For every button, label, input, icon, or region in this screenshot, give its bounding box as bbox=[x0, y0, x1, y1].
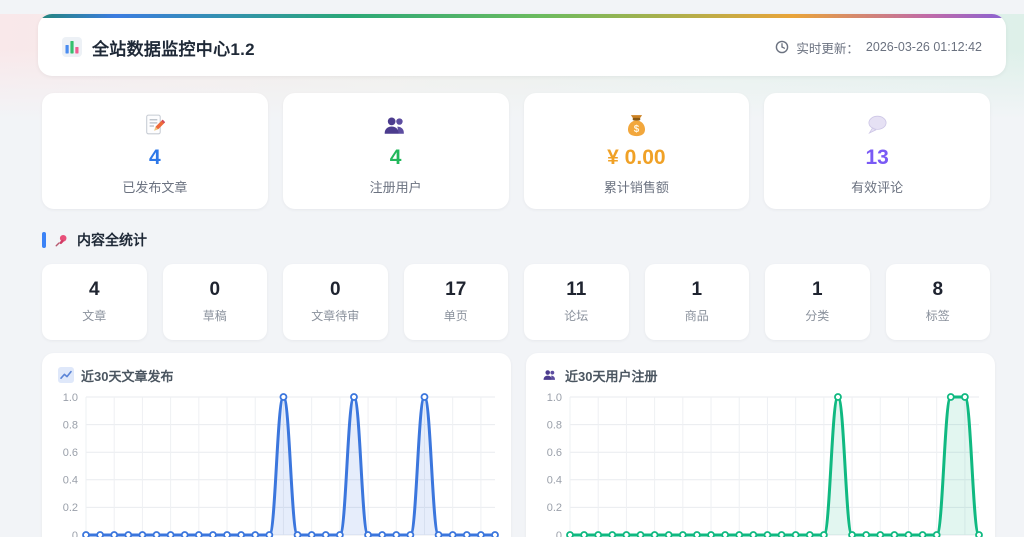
stat-value: 13 bbox=[865, 146, 889, 169]
stat-label: 累计销售额 bbox=[603, 180, 669, 195]
mini-value: 0 bbox=[209, 279, 221, 300]
svg-text:0: 0 bbox=[72, 530, 78, 537]
svg-text:0.2: 0.2 bbox=[63, 502, 78, 514]
mini-value: 4 bbox=[88, 279, 100, 300]
chart-card-articles-30d: 近30天文章发布 1.0 0.8 0.6 0.4 0.2 0 bbox=[42, 353, 511, 537]
mini-card-categories: 1 分类 bbox=[765, 264, 870, 340]
chart-title: 近30天文章发布 bbox=[81, 368, 174, 384]
mini-card-articles: 4 文章 bbox=[42, 264, 147, 340]
svg-text:0: 0 bbox=[556, 530, 562, 537]
section-title: 内容全统计 bbox=[77, 232, 147, 248]
header-card: 全站数据监控中心1.2 实时更新： 2026-03-26 01:12:42 bbox=[38, 14, 1006, 76]
svg-text:0.4: 0.4 bbox=[547, 475, 562, 487]
mini-value: 17 bbox=[445, 279, 467, 300]
articles-line-chart[interactable]: 1.0 0.8 0.6 0.4 0.2 0 bbox=[52, 389, 501, 537]
mini-value: 1 bbox=[811, 279, 823, 300]
mini-value: 11 bbox=[566, 279, 587, 300]
clock-icon bbox=[775, 40, 789, 54]
update-timestamp: 2026-03-26 01:12:42 bbox=[865, 40, 982, 54]
stat-card-published-articles: 4 已发布文章 bbox=[42, 93, 268, 209]
users-icon bbox=[382, 110, 409, 140]
section-accent-bar bbox=[42, 232, 46, 248]
chart-title: 近30天用户注册 bbox=[565, 368, 658, 384]
svg-text:0.2: 0.2 bbox=[547, 502, 562, 514]
stat-label: 有效评论 bbox=[851, 180, 904, 195]
update-label: 实时更新： bbox=[796, 41, 859, 56]
mini-label: 分类 bbox=[805, 309, 830, 323]
stat-card-registered-users: 4 注册用户 bbox=[282, 93, 509, 209]
mini-card-single-pages: 17 单页 bbox=[403, 264, 508, 340]
dashboard: 全站数据监控中心1.2 实时更新： 2026-03-26 01:12:42 4 … bbox=[38, 14, 1006, 537]
content-stats-section-heading: 内容全统计 bbox=[42, 230, 990, 250]
mini-label: 文章 bbox=[82, 309, 107, 323]
svg-text:0.4: 0.4 bbox=[63, 475, 78, 487]
stats-row: 4 已发布文章 4 注册用户 $ ¥ 0.00 累计销售额 13 有效评论 bbox=[42, 93, 990, 209]
pin-icon bbox=[54, 233, 69, 248]
moneybag-icon: $ bbox=[623, 110, 650, 140]
charts-row: 近30天文章发布 1.0 0.8 0.6 0.4 0.2 0 近30天用户注册 1.0 0.… bbox=[42, 353, 995, 537]
mini-card-drafts: 0 草稿 bbox=[162, 264, 267, 340]
stat-card-valid-comments: 13 有效评论 bbox=[764, 93, 990, 209]
mini-stats-row: 4 文章 0 草稿 0 文章待审 17 单页 11 论坛 1 商品 1 分类 8 bbox=[42, 264, 990, 340]
svg-text:0.8: 0.8 bbox=[547, 419, 562, 431]
stat-label: 注册用户 bbox=[369, 180, 422, 195]
speech-bubble-icon bbox=[864, 110, 890, 140]
page-title: 全站数据监控中心1.2 bbox=[92, 39, 255, 59]
stat-card-total-sales: $ ¥ 0.00 累计销售额 bbox=[523, 93, 750, 209]
svg-text:1.0: 1.0 bbox=[547, 392, 562, 404]
chart-card-users-30d: 近30天用户注册 1.0 0.8 0.6 0.4 0.2 0 bbox=[526, 353, 995, 537]
mini-label: 单页 bbox=[443, 309, 468, 323]
mini-label: 草稿 bbox=[202, 309, 227, 323]
svg-text:$: $ bbox=[634, 123, 640, 134]
stat-value: ¥ 0.00 bbox=[607, 146, 666, 169]
memo-icon bbox=[141, 110, 168, 140]
svg-text:0.6: 0.6 bbox=[547, 447, 562, 459]
mini-label: 商品 bbox=[684, 309, 709, 323]
users-line-chart[interactable]: 1.0 0.8 0.6 0.4 0.2 0 bbox=[536, 389, 985, 537]
svg-text:1.0: 1.0 bbox=[63, 392, 78, 404]
mini-value: 8 bbox=[932, 279, 944, 300]
line-chart-icon bbox=[58, 367, 74, 383]
svg-text:0.6: 0.6 bbox=[63, 447, 78, 459]
bar-chart-icon bbox=[62, 37, 82, 57]
stat-value: 4 bbox=[389, 146, 402, 169]
mini-card-pending-review: 0 文章待审 bbox=[283, 264, 388, 340]
mini-card-forum: 11 论坛 bbox=[524, 264, 629, 340]
mini-label: 论坛 bbox=[564, 309, 589, 323]
stat-value: 4 bbox=[149, 146, 161, 169]
users-icon bbox=[542, 367, 558, 383]
mini-value: 1 bbox=[691, 279, 703, 300]
stat-label: 已发布文章 bbox=[122, 180, 188, 195]
mini-label: 文章待审 bbox=[311, 309, 360, 323]
mini-label: 标签 bbox=[925, 309, 950, 323]
realtime-update: 实时更新： 2026-03-26 01:12:42 bbox=[775, 38, 982, 57]
svg-text:0.8: 0.8 bbox=[63, 419, 78, 431]
mini-card-tags: 8 标签 bbox=[885, 264, 990, 340]
mini-value: 0 bbox=[329, 279, 341, 300]
mini-card-products: 1 商品 bbox=[644, 264, 749, 340]
